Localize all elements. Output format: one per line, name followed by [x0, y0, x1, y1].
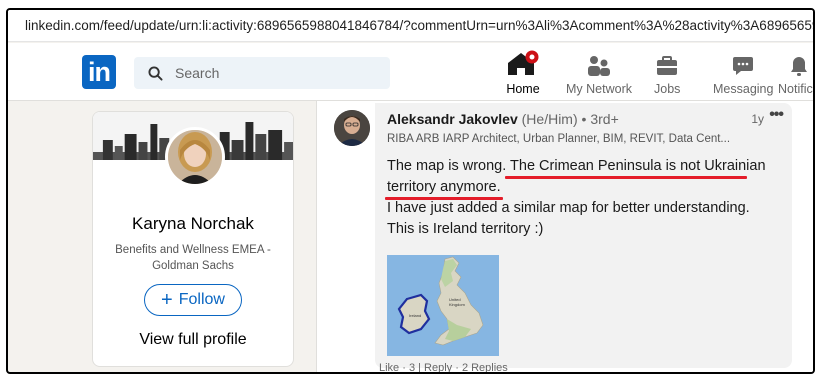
follow-button[interactable]: + Follow — [144, 284, 242, 316]
nav-jobs-label: Jobs — [654, 82, 681, 96]
home-icon — [508, 50, 539, 75]
more-options-icon[interactable]: ••• — [769, 106, 784, 124]
profile-headline: Benefits and Wellness EMEA - Goldman Sac… — [115, 244, 271, 272]
comment-map-image[interactable]: Ireland United Kingdom — [387, 255, 499, 356]
feed-panel: Aleksandr Jakovlev (He/Him) • 3rd+ 1y ••… — [316, 101, 813, 372]
top-navigation: in Home — [8, 43, 813, 103]
comment-text-line3: I have just added a similar map for bett… — [387, 200, 750, 216]
plus-icon: + — [161, 289, 173, 311]
search-icon — [148, 65, 163, 81]
comment-author[interactable]: Aleksandr Jakovlev — [387, 111, 518, 127]
search-input[interactable] — [175, 65, 365, 81]
connection-degree: 3rd+ — [590, 111, 619, 127]
comment-text-highlighted-2: territory anymore — [387, 179, 497, 195]
chat-icon — [733, 57, 754, 75]
author-headline: RIBA ARB IARP Architect, Urban Planner, … — [387, 133, 731, 145]
linkedin-logo[interactable]: in — [82, 55, 116, 89]
comment-time: 1y — [751, 112, 764, 126]
nav-messaging[interactable]: Messaging — [713, 49, 773, 96]
nav-my-network-label: My Network — [566, 82, 632, 96]
author-pronouns: (He/Him) — [521, 111, 578, 127]
briefcase-icon — [657, 56, 678, 75]
comment-actions-partial[interactable]: Like · 3 | Reply · 2 Replies — [379, 362, 508, 372]
nav-notifications[interactable]: Notifica — [778, 49, 813, 96]
url-text[interactable]: linkedin.com/feed/update/urn:li:activity… — [25, 18, 813, 33]
comment-header: Aleksandr Jakovlev (He/Him) • 3rd+ — [387, 111, 619, 127]
follow-label: Follow — [178, 291, 225, 308]
comment-text-period: . — [496, 179, 501, 195]
network-icon — [587, 56, 610, 76]
nav-home-label: Home — [506, 82, 540, 96]
comment-bubble: Aleksandr Jakovlev (He/Him) • 3rd+ 1y ••… — [375, 103, 792, 368]
comment-text-line4: This is Ireland territory :) — [387, 221, 544, 237]
nav-jobs[interactable]: Jobs — [654, 49, 680, 96]
profile-photo — [168, 130, 222, 184]
search-bar[interactable] — [134, 57, 390, 89]
svg-text:Kingdom: Kingdom — [449, 302, 465, 307]
browser-window: linkedin.com/feed/update/urn:li:activity… — [6, 8, 815, 374]
bell-icon — [790, 57, 807, 76]
svg-text:Ireland: Ireland — [409, 313, 421, 318]
profile-avatar[interactable] — [165, 127, 225, 187]
profile-card: Karyna Norchak Benefits and Wellness EME… — [92, 111, 294, 367]
comment-text-highlighted-1: The Crimean Peninsula is not Ukrainian — [510, 158, 766, 174]
nav-my-network[interactable]: My Network — [566, 49, 632, 96]
profile-name[interactable]: Karyna Norchak — [93, 214, 293, 234]
commenter-avatar[interactable] — [334, 110, 370, 146]
view-full-profile-link[interactable]: View full profile — [93, 331, 293, 349]
address-bar[interactable]: linkedin.com/feed/update/urn:li:activity… — [8, 10, 813, 42]
red-underline-1 — [505, 176, 747, 179]
commenter-photo — [334, 110, 370, 146]
nav-home[interactable]: Home — [500, 49, 546, 103]
nav-notifications-label: Notifica — [778, 82, 813, 96]
degree-separator: • — [581, 111, 587, 127]
nav-messaging-label: Messaging — [713, 82, 774, 96]
comment-text-part1: The map is wrong. — [387, 158, 511, 174]
red-underline-2 — [385, 197, 503, 200]
